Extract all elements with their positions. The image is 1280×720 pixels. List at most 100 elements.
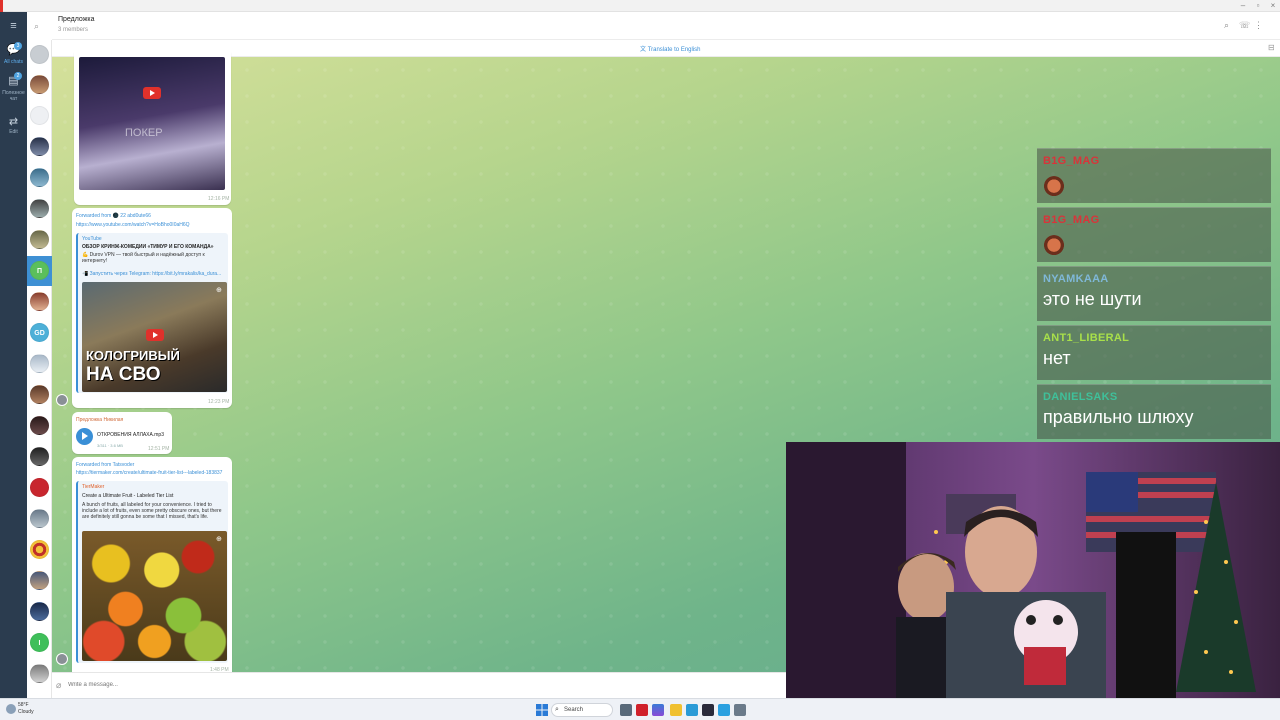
- window-titlebar: – ▫ ×: [0, 0, 1280, 12]
- message-video[interactable]: ПОКЕР 12:16 PM: [74, 52, 231, 205]
- chat-avatar[interactable]: [30, 602, 49, 621]
- close-icon[interactable]: ×: [1268, 1, 1278, 11]
- paperclip-icon[interactable]: ⌀: [56, 680, 61, 691]
- taskbar-search-label: Search: [564, 707, 584, 713]
- stream-chat-user: B1G_MAG: [1043, 155, 1100, 167]
- zoom-icon[interactable]: ⊕: [216, 535, 222, 543]
- thumb-text-1: КОЛОГРИВЫЙ: [86, 348, 180, 363]
- preview-site: YouTube: [82, 236, 102, 242]
- telegram-icon[interactable]: [718, 704, 730, 716]
- message-link[interactable]: https://tiermaker.com/create/ultimate-fr…: [76, 470, 228, 476]
- folder-label: Edit: [9, 129, 18, 135]
- browser-icon[interactable]: [686, 704, 698, 716]
- stream-chat-message: B1G_MAG: [1037, 148, 1271, 203]
- weather-desc: Cloudy: [18, 709, 34, 715]
- audio-filename: ОТКРОВЕНИЯ АЛЛАХА.mp3: [97, 432, 164, 438]
- webcam-feed: [786, 442, 1280, 720]
- stream-chat-user: ANT1_LIBERAL: [1043, 332, 1130, 344]
- chat-title: Предложка: [58, 16, 95, 23]
- recording-indicator: [0, 0, 3, 12]
- weather-temp: 58°F: [18, 702, 29, 708]
- chat-avatar[interactable]: [30, 664, 49, 683]
- stream-chat-text: нет: [1043, 348, 1071, 368]
- link-preview[interactable]: YouTube ОБЗОР КРИНЖ-КОМЕДИИ «ТИМУР И ЕГО…: [76, 233, 228, 393]
- maximize-icon[interactable]: ▫: [1253, 1, 1263, 11]
- windows-start-icon[interactable]: [536, 703, 548, 716]
- weather-widget[interactable]: 58°F Cloudy: [18, 702, 34, 716]
- chat-avatar[interactable]: [30, 45, 49, 64]
- screen: – ▫ × ≡ 💬 3 All chats ▤ 2 Полезное чат ⇄…: [0, 0, 1280, 720]
- chat-avatar[interactable]: [30, 571, 49, 590]
- preview-thumbnail[interactable]: ⊕: [82, 531, 227, 661]
- chat-avatar[interactable]: [30, 230, 49, 249]
- hamburger-icon[interactable]: ≡: [0, 20, 27, 32]
- chat-avatar[interactable]: GD: [30, 323, 49, 342]
- audio-play-icon[interactable]: [76, 428, 93, 445]
- stream-chat-message: B1G_MAG: [1037, 207, 1271, 262]
- stream-chat-user: NYAMKAAA: [1043, 273, 1109, 285]
- play-icon[interactable]: [146, 329, 164, 341]
- chat-item-selected[interactable]: П: [27, 256, 52, 286]
- folder-rail: ≡ 💬 3 All chats ▤ 2 Полезное чат ⇄ Edit: [0, 12, 27, 698]
- play-icon[interactable]: [143, 87, 161, 99]
- forwarded-from[interactable]: Forwarded from 🌑 22 abd0ute66: [76, 213, 151, 219]
- task-view-icon[interactable]: [620, 704, 632, 716]
- zoom-icon[interactable]: ⊕: [216, 286, 222, 294]
- message-sender[interactable]: Предложка Никилая: [76, 417, 123, 423]
- translate-bar: 文 Translate to English ⊟: [52, 40, 1280, 57]
- stream-chat-text: это не шути: [1043, 289, 1142, 309]
- webcam-scene: [786, 442, 1280, 720]
- link-preview[interactable]: TierMaker Create a Ultimate Fruit - Labe…: [76, 481, 228, 663]
- search-icon[interactable]: ⌕: [34, 21, 39, 32]
- chat-avatar[interactable]: [30, 509, 49, 528]
- chat-avatar[interactable]: [30, 478, 49, 497]
- settings-icon[interactable]: [734, 704, 746, 716]
- preview-thumbnail[interactable]: КОЛОГРИВЫЙ НА СВО ⊕: [82, 282, 227, 392]
- preview-text-2: 📲 Запустить через Telegram: https://bit.…: [82, 271, 222, 277]
- chat-avatar[interactable]: [30, 106, 49, 125]
- taskbar-search[interactable]: ⌕ Search: [551, 703, 613, 717]
- message-composer: ⌀: [52, 672, 786, 698]
- chat-avatar: П: [30, 261, 49, 280]
- message-input[interactable]: [68, 682, 468, 688]
- app-icon[interactable]: [702, 704, 714, 716]
- pepe-emote-icon: [1043, 174, 1065, 196]
- preview-title: Create a Ultimate Fruit - Labeled Tier L…: [82, 493, 174, 499]
- chat-avatar[interactable]: [30, 199, 49, 218]
- translate-icon: 文: [640, 47, 647, 53]
- chat-avatar[interactable]: [30, 168, 49, 187]
- chat-avatar[interactable]: [30, 354, 49, 373]
- translate-button[interactable]: 文 Translate to English: [640, 44, 701, 53]
- forwarded-from[interactable]: Forwarded from Tatsvoder: [76, 462, 134, 468]
- chat-avatar[interactable]: [30, 540, 49, 559]
- chat-avatar[interactable]: [30, 416, 49, 435]
- video-thumbnail[interactable]: ПОКЕР: [79, 57, 225, 190]
- message-forwarded-link[interactable]: Forwarded from Tatsvoder https://tiermak…: [72, 457, 232, 673]
- folder-label: Полезное чат: [2, 90, 25, 102]
- chat-avatar[interactable]: [30, 447, 49, 466]
- message-time: 12:51 PM: [148, 446, 170, 452]
- search-icon[interactable]: ⌕: [1224, 20, 1229, 31]
- message-audio[interactable]: Предложка Никилая ОТКРОВЕНИЯ АЛЛАХА.mp3 …: [72, 412, 172, 454]
- message-link[interactable]: https://www.youtube.com/watch?v=HoBho0I0…: [76, 222, 226, 228]
- sender-avatar[interactable]: [56, 653, 68, 665]
- call-icon[interactable]: ☏: [1239, 20, 1250, 31]
- chat-avatar[interactable]: [30, 137, 49, 156]
- chat-avatar[interactable]: I: [30, 633, 49, 652]
- sliders-icon: ⇄: [8, 116, 19, 128]
- chat-avatar[interactable]: [30, 75, 49, 94]
- close-icon[interactable]: ⊟: [1268, 43, 1275, 52]
- chat-avatar[interactable]: [30, 385, 49, 404]
- message-time: 12:23 PM: [208, 399, 230, 405]
- stream-chat-message: DANIELSAKS правильно шлюху: [1037, 384, 1271, 439]
- file-explorer-icon[interactable]: [670, 704, 682, 716]
- app-icon[interactable]: [652, 704, 664, 716]
- minimize-icon[interactable]: –: [1238, 1, 1248, 11]
- chat-avatar[interactable]: [30, 292, 49, 311]
- sender-avatar[interactable]: [56, 394, 68, 406]
- chat-header[interactable]: Предложка 3 members ⌕ ☏ ⋮: [52, 12, 1280, 40]
- app-icon[interactable]: [636, 704, 648, 716]
- message-forwarded-link[interactable]: Forwarded from 🌑 22 abd0ute66 https://ww…: [72, 208, 232, 408]
- more-icon[interactable]: ⋮: [1254, 20, 1263, 31]
- stream-chat-user: DANIELSAKS: [1043, 391, 1118, 403]
